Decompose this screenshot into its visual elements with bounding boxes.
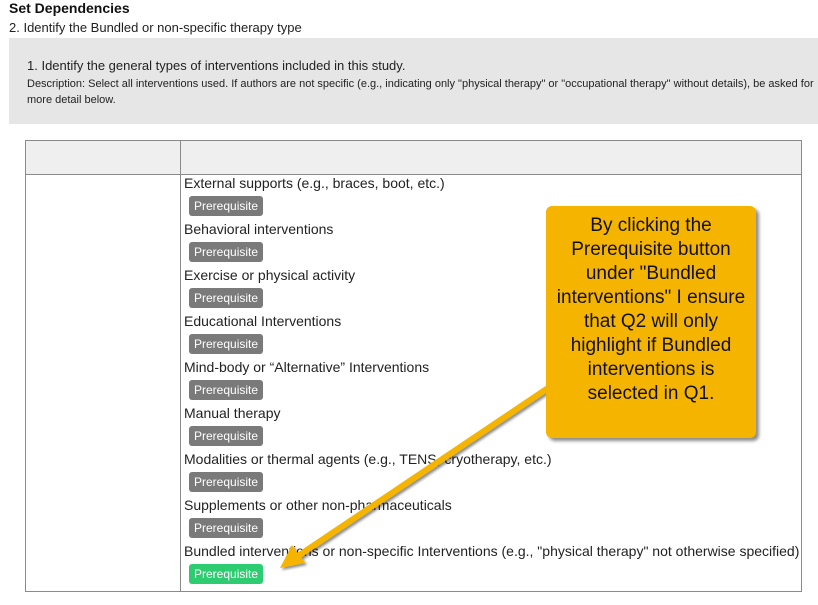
prerequisite-button[interactable]: Prerequisite	[189, 196, 264, 216]
table-column-divider	[180, 141, 181, 591]
annotation-callout: By clicking the Prerequisite button unde…	[546, 206, 756, 438]
list-item: Bundled interventions or non-specific In…	[184, 543, 799, 589]
list-item: Modalities or thermal agents (e.g., TENS…	[184, 451, 799, 497]
prerequisite-button[interactable]: Prerequisite	[189, 334, 264, 354]
prerequisite-button[interactable]: Prerequisite	[189, 242, 264, 262]
prerequisite-button[interactable]: Prerequisite	[189, 380, 264, 400]
callout-text: By clicking the Prerequisite button unde…	[556, 215, 746, 404]
item-label: Modalities or thermal agents (e.g., TENS…	[184, 451, 552, 467]
table-header	[26, 141, 801, 175]
item-label: Supplements or other non-pharmaceuticals	[184, 497, 452, 513]
prerequisite-button[interactable]: Prerequisite	[189, 288, 264, 308]
item-label: Bundled interventions or non-specific In…	[184, 543, 800, 559]
prerequisite-button[interactable]: Prerequisite	[189, 472, 264, 492]
prerequisite-button[interactable]: Prerequisite	[189, 518, 264, 538]
question-text: 1. Identify the general types of interve…	[27, 58, 406, 73]
list-item: Supplements or other non-pharmaceuticals…	[184, 497, 799, 543]
question-description: Description: Select all interventions us…	[27, 78, 814, 106]
page-title: Set Dependencies	[9, 0, 130, 16]
question-panel: 1. Identify the general types of interve…	[9, 38, 818, 124]
prerequisite-button-active[interactable]: Prerequisite	[189, 564, 264, 584]
prerequisite-button[interactable]: Prerequisite	[189, 426, 264, 446]
section-subtitle: 2. Identify the Bundled or non-specific …	[9, 20, 302, 35]
item-label: External supports (e.g., braces, boot, e…	[184, 175, 445, 191]
